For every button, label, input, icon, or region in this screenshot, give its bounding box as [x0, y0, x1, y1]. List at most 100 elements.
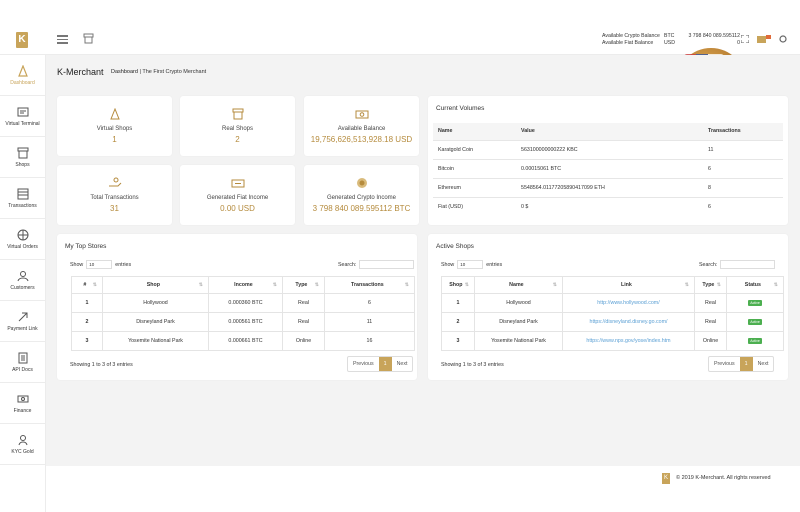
search-label: Search:: [338, 261, 357, 268]
link-icon: [18, 312, 27, 321]
table-cell: Hollywood: [102, 293, 209, 313]
fiat-balance-label: Available Fiat Balance: [602, 40, 654, 46]
sidebar-item-label: Virtual Orders: [7, 243, 38, 250]
sidebar-item-finance[interactable]: Finance: [0, 383, 45, 424]
sidebar-item-payment-link[interactable]: Payment Link: [0, 301, 45, 342]
sidebar-item-customers[interactable]: Customers: [0, 260, 45, 301]
fullscreen-icon[interactable]: [741, 35, 749, 43]
cash-icon: [231, 179, 244, 188]
table-cell: 0.000360 BTC: [208, 293, 283, 313]
shop-link[interactable]: http://www.hollywood.com/: [562, 293, 695, 313]
table-row: 3 Yosemite National Park https://www.nps…: [441, 331, 784, 351]
transactions-icon: [17, 188, 28, 199]
copyright-text: © 2019 K-Merchant. All rights reserved: [676, 475, 771, 481]
column-header: Transactions: [703, 123, 783, 140]
shop-link[interactable]: https://www.nps.gov/yose/index.htm: [562, 331, 695, 351]
table-cell: Yosemite National Park: [474, 331, 563, 351]
table-cell: 3: [71, 331, 103, 351]
sidebar-item-dashboard[interactable]: Dashboard: [0, 55, 45, 96]
sidebar-item-label: KYC Gold: [11, 448, 34, 455]
column-header-status[interactable]: Status ⇅: [726, 276, 784, 294]
sidebar-item-transactions[interactable]: Transactions: [0, 178, 45, 219]
table-cell: 1: [441, 293, 475, 313]
table-cell: 6: [703, 196, 783, 216]
table-row: 3 Yosemite National Park 0.000661 BTC On…: [71, 331, 415, 351]
globe-icon: [17, 229, 28, 240]
breadcrumb: Dashboard | The First Crypto Merchant: [111, 69, 206, 75]
breadcrumb-separator: |: [139, 69, 141, 75]
search-control: Search:: [338, 260, 415, 269]
page-button[interactable]: 1: [739, 357, 753, 371]
pagination: Previous 1 Next: [708, 356, 775, 372]
active-shops-panel: Active Shops Show 10 entries Search: Sho…: [428, 234, 788, 380]
settings-icon[interactable]: [779, 35, 787, 43]
table-cell: 0.000661 BTC: [208, 331, 283, 351]
table-cell: 11: [703, 139, 783, 159]
crypto-coin-icon: [356, 178, 367, 188]
status-badge: Active: [748, 338, 762, 344]
next-button[interactable]: Next: [392, 357, 413, 371]
crypto-balance-value: 3 798 840 089.595112: [688, 33, 740, 39]
dashboard-icon: [17, 64, 28, 77]
sidebar: Dashboard Virtual Terminal Shops Transac…: [0, 55, 46, 512]
table-cell: Ethereum: [433, 177, 516, 197]
entries-select[interactable]: 10: [457, 260, 484, 269]
table-cell: 3: [441, 331, 475, 351]
stat-label: Generated Fiat Income: [206, 195, 269, 201]
sidebar-item-label: API Docs: [12, 366, 33, 373]
column-header-type[interactable]: Type ⇅: [694, 276, 727, 294]
notifications-icon[interactable]: [757, 35, 771, 43]
table-row: Bitcoin 0.00015061 BTC 6: [433, 158, 783, 178]
logo[interactable]: K: [16, 32, 28, 48]
menu-toggle-icon[interactable]: [57, 35, 68, 44]
table-cell: Yosemite National Park: [102, 331, 209, 351]
previous-button[interactable]: Previous: [709, 357, 740, 371]
column-header-shop[interactable]: Shop ⇅: [102, 276, 209, 294]
table-cell: 2: [71, 312, 103, 332]
column-header-income[interactable]: Income ⇅: [208, 276, 283, 294]
table-cell: 0 $: [516, 196, 703, 216]
column-header-type[interactable]: Type ⇅: [282, 276, 325, 294]
column-header-shop[interactable]: Shop ⇅: [441, 276, 475, 294]
crypto-balance-currency: BTC: [664, 33, 675, 39]
previous-button[interactable]: Previous: [348, 357, 379, 371]
shop-link[interactable]: https://disneyland.disney.go.com/: [562, 312, 695, 332]
store-icon[interactable]: [83, 33, 94, 44]
sidebar-item-api-docs[interactable]: API Docs: [0, 342, 45, 383]
table-cell: 5548564.01177205890417099 ETH: [516, 177, 703, 197]
column-header-transactions[interactable]: Transactions ⇅: [324, 276, 415, 294]
table-cell: Hollywood: [474, 293, 563, 313]
page-button[interactable]: 1: [378, 357, 392, 371]
entries-select[interactable]: 10: [86, 260, 113, 269]
table-cell: Karatgold Coin: [433, 139, 516, 159]
table-cell: Active: [726, 331, 784, 351]
table-info: Showing 1 to 3 of 3 entries: [70, 362, 133, 368]
sidebar-item-label: Customers: [10, 284, 35, 291]
active-shops-table: Shop ⇅ Name ⇅ Link ⇅ Type ⇅ Status ⇅ 1 H…: [441, 276, 784, 351]
panel-title: Active Shops: [436, 243, 474, 250]
stat-card-total-transactions: Total Transactions 31: [57, 165, 172, 225]
next-button[interactable]: Next: [753, 357, 774, 371]
sidebar-item-virtual-orders[interactable]: Virtual Orders: [0, 219, 45, 260]
sidebar-item-virtual-terminal[interactable]: Virtual Terminal: [0, 96, 45, 137]
page-title: K-Merchant: [57, 67, 104, 77]
table-cell: 11: [324, 312, 415, 332]
search-input[interactable]: [720, 260, 776, 269]
table-info: Showing 1 to 3 of 3 entries: [441, 362, 504, 368]
stat-card-available-balance: Available Balance 19,756,626,513,928.18 …: [304, 96, 419, 156]
sidebar-item-shops[interactable]: Shops: [0, 137, 45, 178]
sidebar-item-label: Shops: [15, 161, 30, 168]
entries-control: Show 10 entries: [70, 260, 131, 269]
show-label: Show: [70, 261, 84, 268]
entries-label: entries: [486, 261, 503, 268]
table-cell: Online: [694, 331, 727, 351]
table-cell: Real: [282, 312, 325, 332]
search-input[interactable]: [359, 260, 415, 269]
breadcrumb-dashboard[interactable]: Dashboard: [111, 69, 138, 75]
column-header-number[interactable]: # ⇅: [71, 276, 103, 294]
table-cell: Real: [694, 293, 727, 313]
column-header-name[interactable]: Name ⇅: [474, 276, 563, 294]
sidebar-item-kyc-gold[interactable]: KYC Gold: [0, 424, 45, 465]
sidebar-item-label: Finance: [13, 407, 32, 414]
column-header-link[interactable]: Link ⇅: [562, 276, 695, 294]
